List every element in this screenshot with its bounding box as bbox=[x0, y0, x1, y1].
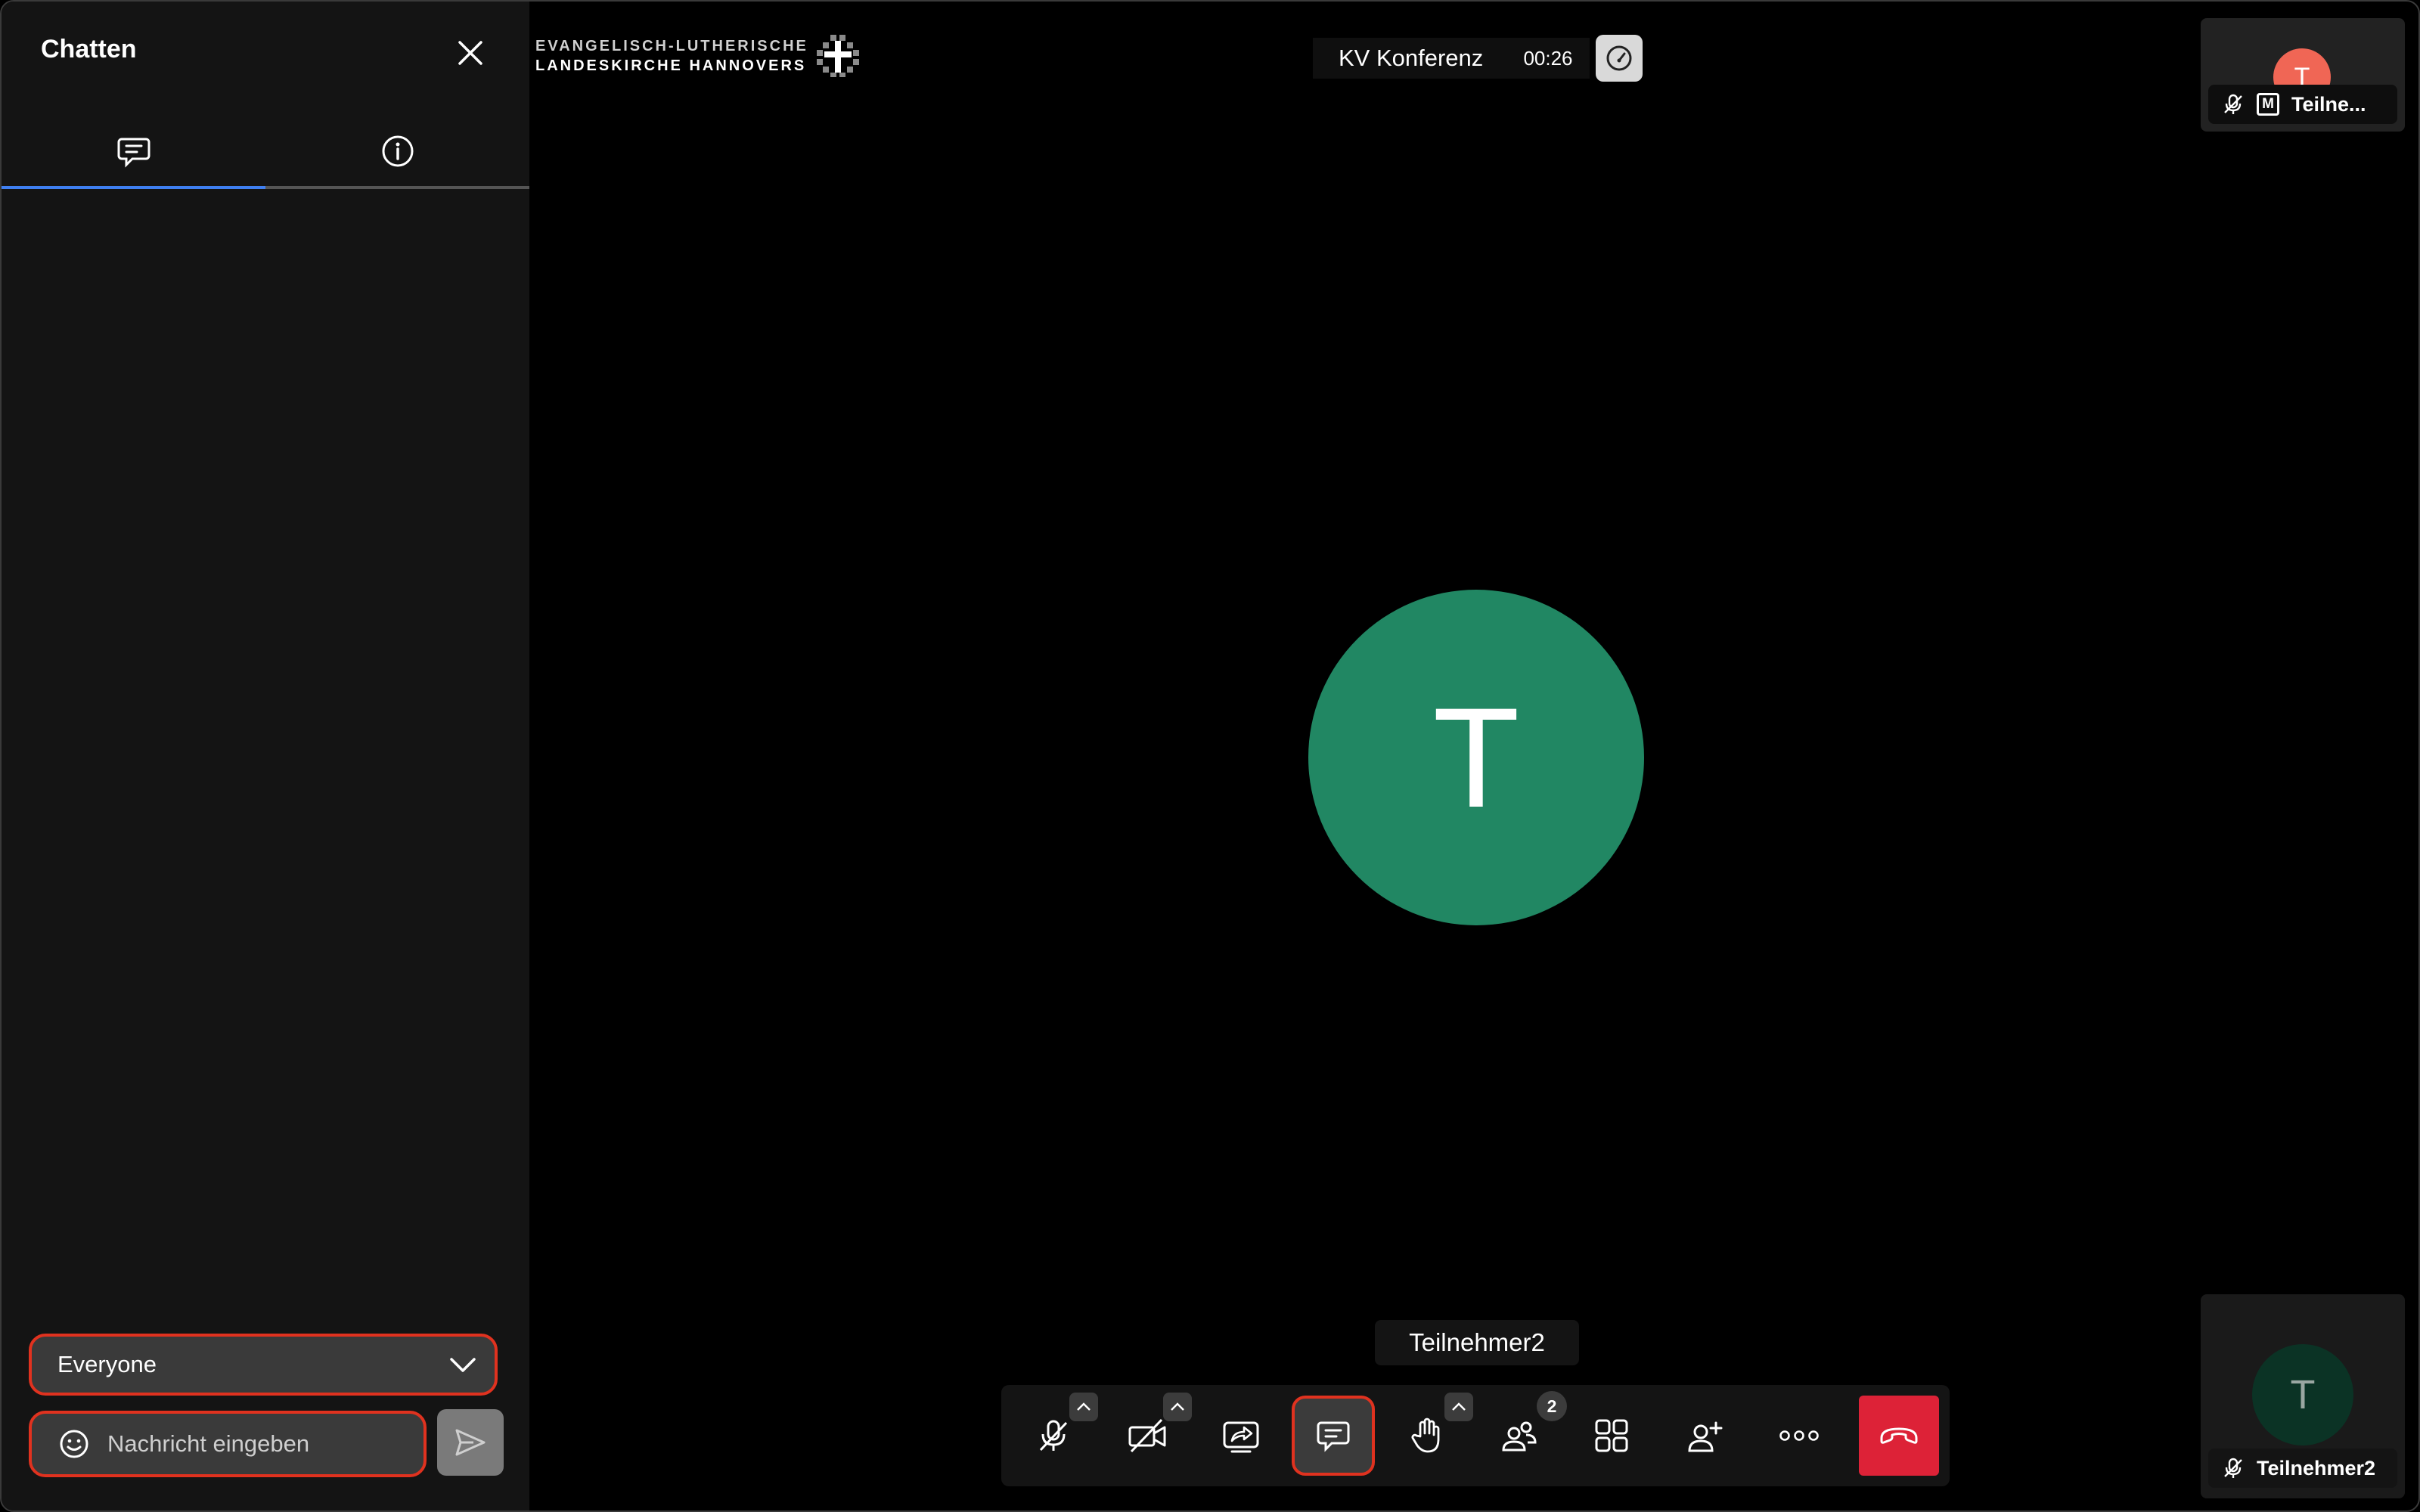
sidebar-tabs bbox=[2, 115, 529, 189]
participants-icon bbox=[1502, 1421, 1537, 1452]
hang-up-icon bbox=[1880, 1427, 1918, 1444]
tile-view-button[interactable] bbox=[1570, 1396, 1653, 1476]
message-input-box bbox=[29, 1411, 427, 1477]
meeting-title: KV Konferenz bbox=[1313, 38, 1509, 79]
close-button[interactable] bbox=[452, 35, 489, 71]
invite-button[interactable] bbox=[1664, 1396, 1747, 1476]
thumbnail-label: M Teilne... bbox=[2208, 85, 2397, 124]
more-options-button[interactable] bbox=[1758, 1396, 1841, 1476]
mic-muted-icon bbox=[1039, 1420, 1068, 1452]
participant-name: Teilnehmer2 bbox=[2257, 1456, 2376, 1479]
chevron-up-icon bbox=[1077, 1402, 1091, 1411]
close-icon bbox=[458, 41, 482, 65]
chat-icon bbox=[1317, 1421, 1350, 1452]
chat-button[interactable] bbox=[1292, 1396, 1375, 1476]
meeting-timer: 00:26 bbox=[1506, 38, 1590, 79]
info-icon bbox=[382, 135, 413, 167]
tile-view-icon bbox=[1595, 1419, 1628, 1452]
main-participant-avatar: T bbox=[1308, 590, 1644, 925]
speedometer-icon bbox=[1606, 45, 1632, 71]
chevron-down-icon bbox=[448, 1350, 478, 1380]
microphone-options-button[interactable] bbox=[1069, 1393, 1098, 1421]
smiley-icon bbox=[60, 1430, 88, 1458]
moderator-badge: M bbox=[2257, 93, 2279, 116]
participants-count-badge: 2 bbox=[1537, 1391, 1567, 1421]
sidebar-title: Chatten bbox=[41, 35, 137, 64]
reactions-options-button[interactable] bbox=[1444, 1393, 1473, 1421]
thumbnail-label: Teilnehmer2 bbox=[2208, 1448, 2397, 1488]
recipient-selected-value: Everyone bbox=[57, 1351, 157, 1377]
app-window: Chatten Everyone Nachricht eingeben EVAN… bbox=[0, 0, 2420, 1512]
add-user-icon bbox=[1688, 1421, 1723, 1452]
hang-up-button[interactable] bbox=[1859, 1396, 1939, 1476]
cross-logo-icon bbox=[815, 33, 861, 79]
message-input[interactable] bbox=[106, 1430, 424, 1458]
participant-name: Teilne... bbox=[2291, 92, 2366, 116]
speaker-tooltip: Teilnehmer2 bbox=[1375, 1320, 1579, 1365]
participant-thumbnail-1[interactable]: T M Teilne... bbox=[2201, 18, 2405, 132]
chat-sidebar: Chatten Everyone bbox=[2, 2, 529, 1510]
tab-info[interactable] bbox=[265, 115, 529, 187]
chat-icon bbox=[117, 138, 150, 168]
tab-active-indicator bbox=[2, 186, 265, 189]
tab-chat[interactable] bbox=[2, 115, 265, 187]
avatar: T bbox=[2252, 1344, 2353, 1445]
share-screen-button[interactable] bbox=[1199, 1396, 1283, 1476]
organization-logo: EVANGELISCH-LUTHERISCHE LANDESKIRCHE HAN… bbox=[535, 36, 808, 76]
logo-line2: LANDESKIRCHE HANNOVERS bbox=[535, 57, 807, 74]
chevron-up-icon bbox=[1171, 1402, 1184, 1411]
emoji-button[interactable] bbox=[57, 1427, 91, 1461]
chevron-up-icon bbox=[1452, 1402, 1466, 1411]
share-screen-icon bbox=[1223, 1421, 1259, 1453]
more-icon bbox=[1779, 1430, 1819, 1441]
performance-button[interactable] bbox=[1596, 35, 1643, 82]
camera-off-icon bbox=[1128, 1418, 1166, 1453]
send-button[interactable] bbox=[437, 1409, 504, 1476]
logo-line1: EVANGELISCH-LUTHERISCHE bbox=[535, 38, 808, 54]
participant-thumbnail-2[interactable]: T Teilnehmer2 bbox=[2201, 1294, 2405, 1498]
hand-icon bbox=[1411, 1418, 1440, 1453]
recipient-select[interactable]: Everyone bbox=[29, 1334, 498, 1396]
mic-muted-icon bbox=[2224, 1458, 2242, 1478]
mic-muted-icon bbox=[2224, 94, 2242, 114]
camera-options-button[interactable] bbox=[1163, 1393, 1192, 1421]
meeting-toolbar: 2 bbox=[1001, 1385, 1950, 1486]
send-icon bbox=[455, 1429, 486, 1456]
